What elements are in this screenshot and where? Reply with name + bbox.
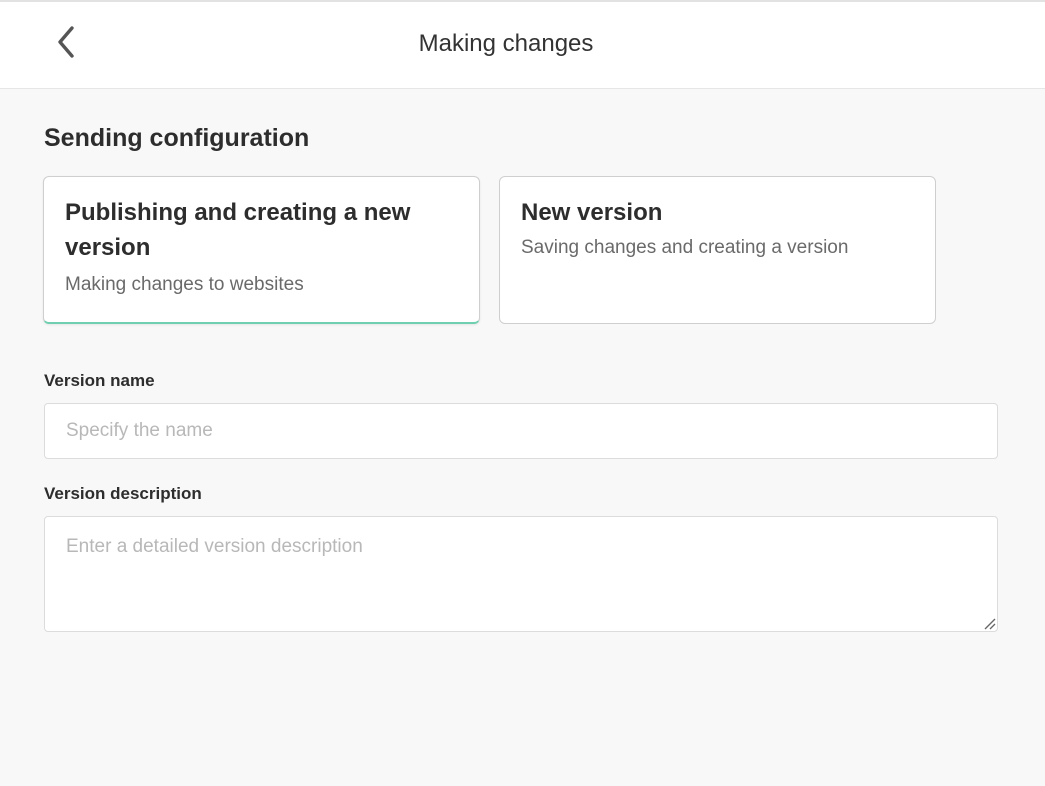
page-title: Making changes	[418, 30, 594, 57]
version-description-textarea[interactable]	[44, 516, 998, 632]
main-content: Sending configuration Publishing and cre…	[0, 90, 1045, 786]
version-name-label: Version name	[44, 371, 155, 390]
section-title: Sending configuration	[44, 124, 310, 152]
option-card-title: Publishing and creating a new version	[65, 199, 411, 261]
option-card-title: New version	[521, 199, 663, 226]
resize-handle-icon[interactable]	[982, 618, 996, 630]
page-header: Making changes	[0, 2, 1045, 89]
option-card-description: Saving changes and creating a version	[521, 237, 849, 258]
option-card-publish-new-version[interactable]: Publishing and creating a new version Ma…	[43, 176, 480, 324]
version-description-label: Version description	[44, 484, 202, 503]
option-card-new-version[interactable]: New version Saving changes and creating …	[499, 176, 936, 324]
option-card-description: Making changes to websites	[65, 274, 304, 295]
version-name-input[interactable]	[44, 403, 998, 459]
